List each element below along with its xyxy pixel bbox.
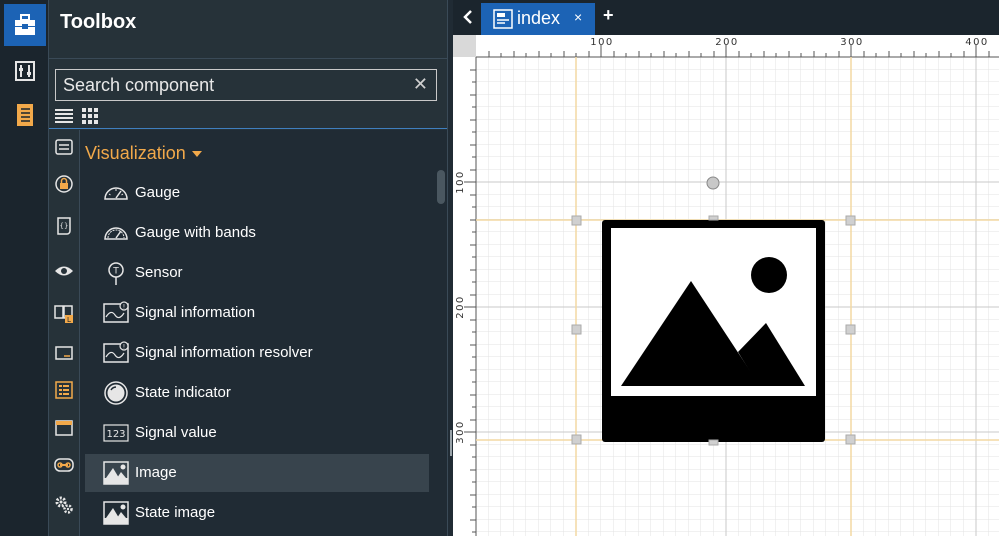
- component-signal-information[interactable]: ! Signal information: [85, 294, 429, 332]
- category-view-button[interactable]: [54, 261, 74, 281]
- toolbox-header: Toolbox: [49, 0, 447, 59]
- image-icon: [103, 461, 129, 485]
- caret-down-icon: [191, 151, 202, 158]
- ruler-left-label: 200: [455, 295, 466, 319]
- selected-image-widget[interactable]: [602, 220, 825, 442]
- category-panel-button[interactable]: [54, 343, 74, 363]
- state-image-icon: [103, 501, 129, 525]
- state-indicator-icon: [104, 381, 128, 405]
- ruler-top-label: 300: [840, 37, 864, 48]
- search-input[interactable]: [56, 70, 403, 100]
- component-label: Gauge: [135, 184, 181, 201]
- category-list-button[interactable]: [54, 137, 74, 157]
- component-gauge[interactable]: Gauge: [85, 174, 429, 212]
- signal-info-icon: !: [103, 301, 129, 323]
- component-image[interactable]: Image: [85, 454, 429, 492]
- notebook-icon: [17, 104, 33, 126]
- chevron-left-icon[interactable]: [457, 6, 479, 28]
- component-label: Signal information: [135, 304, 256, 321]
- ruler-top-label: 200: [715, 37, 739, 48]
- rail-sliders-button[interactable]: [4, 50, 46, 92]
- grid-view-button[interactable]: [82, 108, 98, 129]
- component-sensor[interactable]: T Sensor: [85, 254, 429, 292]
- list-view-button[interactable]: [55, 108, 73, 129]
- side-rail: [0, 0, 49, 536]
- ruler-top-label: 100: [590, 37, 614, 48]
- svg-text:!: !: [123, 344, 125, 351]
- category-script-button[interactable]: {}: [54, 216, 74, 236]
- category-link-button[interactable]: [54, 455, 74, 475]
- list-icon: [55, 139, 73, 155]
- sliders-icon: [15, 61, 35, 81]
- ruler-top-label: 400: [965, 37, 989, 48]
- link-icon: [54, 458, 74, 472]
- rail-notebook-button[interactable]: [4, 94, 46, 136]
- ruler-left-label: 300: [455, 420, 466, 444]
- gears-icon: [55, 496, 73, 514]
- component-label: State image: [135, 504, 216, 521]
- svg-text:{}: {}: [60, 222, 69, 230]
- toolbox-title: Toolbox: [60, 11, 137, 33]
- component-signal-value[interactable]: 123 Signal value: [85, 414, 429, 452]
- component-list: Visualization Gauge Gauge with bands T S…: [80, 130, 447, 536]
- component-label: Sensor: [135, 264, 183, 281]
- category-lock-button[interactable]: [54, 174, 74, 194]
- signal-value-icon: 123: [103, 424, 129, 442]
- ruler-left-label: 100: [455, 170, 466, 194]
- category-settings-button[interactable]: [54, 495, 74, 515]
- eye-icon: [55, 266, 73, 276]
- panel-separator: [49, 128, 447, 129]
- category-rail: {} L: [49, 130, 80, 536]
- list-scrollbar[interactable]: [437, 170, 445, 204]
- checklist-icon: [55, 381, 73, 399]
- svg-text:!: !: [123, 304, 125, 311]
- add-tab-button[interactable]: +: [603, 5, 614, 26]
- search-box: ✕: [55, 69, 437, 101]
- book-badge-icon: L: [54, 305, 73, 323]
- component-label: Signal information resolver: [135, 344, 313, 361]
- component-state-indicator[interactable]: State indicator: [85, 374, 429, 412]
- svg-text:T: T: [112, 267, 119, 277]
- page-icon: [493, 9, 513, 29]
- gauge-icon: [104, 187, 128, 200]
- rail-toolbox-button[interactable]: [4, 4, 46, 46]
- tab-label: index: [517, 8, 561, 28]
- rotate-handle[interactable]: [706, 176, 720, 190]
- component-label: Gauge with bands: [135, 224, 256, 241]
- close-tab-icon[interactable]: ×: [574, 9, 582, 25]
- panel-icon: [55, 346, 73, 360]
- clear-search-icon[interactable]: ✕: [413, 74, 428, 95]
- design-canvas[interactable]: 100 200 300 400 100 200 300: [453, 35, 999, 536]
- tab-bar: index × +: [453, 0, 999, 35]
- component-label: Image: [135, 464, 177, 481]
- toolbox-panel: Toolbox ✕ {}: [49, 0, 447, 536]
- tab-index[interactable]: index ×: [481, 3, 595, 35]
- category-header[interactable]: Visualization: [85, 143, 202, 164]
- list-view-icon: [55, 109, 73, 123]
- svg-text:123: 123: [106, 429, 125, 440]
- signal-resolver-icon: !: [103, 341, 129, 363]
- category-name: Visualization: [85, 143, 186, 163]
- svg-text:L: L: [67, 316, 71, 323]
- ruler-corner: [453, 35, 476, 57]
- component-label: Signal value: [135, 424, 217, 441]
- lock-badge-icon: [55, 175, 73, 193]
- category-window-button[interactable]: [54, 418, 74, 438]
- component-signal-information-resolver[interactable]: ! Signal information resolver: [85, 334, 429, 372]
- component-state-image[interactable]: State image: [85, 494, 429, 532]
- category-book-button[interactable]: L: [54, 303, 74, 323]
- toolbox-icon: [15, 14, 35, 35]
- canvas-surface: 100 200 300 400 100 200 300: [453, 35, 999, 536]
- script-icon: {}: [57, 217, 71, 235]
- component-label: State indicator: [135, 384, 231, 401]
- splitter-grip[interactable]: [450, 430, 452, 456]
- sensor-icon: T: [108, 262, 124, 285]
- gauge-bands-icon: [104, 227, 128, 240]
- window-icon: [55, 420, 73, 436]
- category-checklist-button[interactable]: [54, 380, 74, 400]
- component-gauge-with-bands[interactable]: Gauge with bands: [85, 214, 429, 252]
- grid-view-icon: [82, 108, 98, 124]
